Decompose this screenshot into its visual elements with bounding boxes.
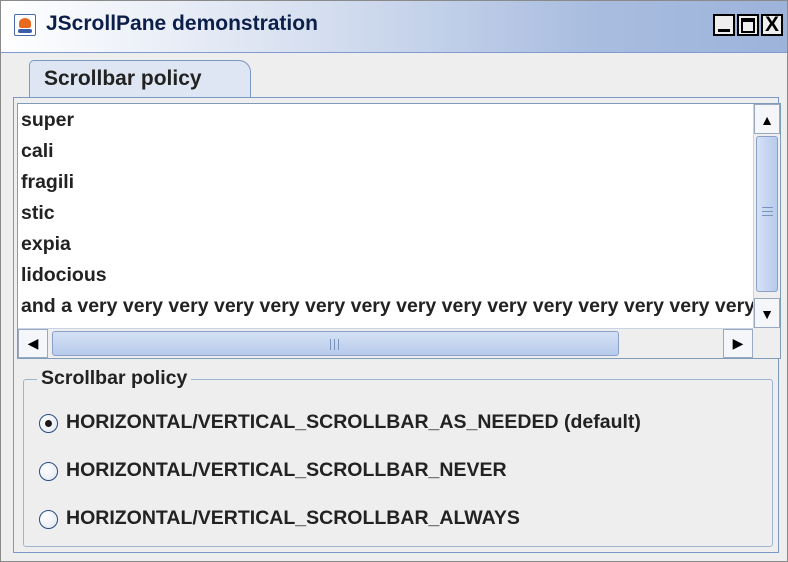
close-button[interactable]: X [761, 14, 783, 36]
tab-scrollbar-policy[interactable]: Scrollbar policy [29, 60, 251, 97]
java-cup-icon[interactable] [14, 14, 36, 36]
scrollbar-corner [753, 328, 780, 358]
text-line: cali [21, 140, 54, 162]
grip-icon [330, 339, 339, 350]
grip-icon [762, 207, 773, 216]
text-line: and a very very very very very very very… [21, 295, 753, 317]
app-window: JScrollPane demonstration X Scrollbar po… [0, 0, 788, 562]
group-legend: Scrollbar policy [37, 367, 192, 390]
radio-label[interactable]: HORIZONTAL/VERTICAL_SCROLLBAR_ALWAYS [66, 507, 520, 530]
vertical-scrollbar[interactable]: ▲ ▼ [753, 104, 780, 328]
arrow-left-icon: ◀ [27, 335, 39, 351]
minimize-button[interactable] [713, 14, 735, 36]
scroll-up-button[interactable]: ▲ [754, 104, 780, 134]
tab-strip: Scrollbar policy [13, 58, 779, 98]
radio-button[interactable] [39, 462, 58, 481]
text-line: fragili [21, 171, 75, 193]
scroll-right-button[interactable]: ▶ [723, 329, 753, 358]
scroll-pane[interactable]: super cali fragili stic expia lidocious … [17, 103, 781, 359]
tab-label: Scrollbar policy [44, 67, 202, 90]
text-line: lidocious [21, 264, 107, 286]
scroll-down-button[interactable]: ▼ [754, 298, 780, 328]
text-line: stic [21, 202, 55, 224]
window-title: JScrollPane demonstration [46, 12, 318, 35]
radio-label[interactable]: HORIZONTAL/VERTICAL_SCROLLBAR_AS_NEEDED … [66, 411, 641, 434]
radio-button[interactable] [39, 510, 58, 529]
arrow-right-icon: ▶ [732, 335, 744, 351]
arrow-down-icon: ▼ [760, 306, 774, 322]
scroll-left-button[interactable]: ◀ [18, 329, 48, 358]
radio-label[interactable]: HORIZONTAL/VERTICAL_SCROLLBAR_NEVER [66, 459, 507, 482]
text-viewport[interactable]: super cali fragili stic expia lidocious … [18, 104, 753, 328]
maximize-button[interactable] [737, 14, 759, 36]
horizontal-scrollbar[interactable]: ◀ ▶ [18, 328, 753, 358]
text-line: expia [21, 233, 71, 255]
arrow-up-icon: ▲ [760, 112, 774, 128]
horizontal-scroll-thumb[interactable] [52, 331, 619, 356]
radio-button-selected[interactable] [39, 414, 58, 433]
vertical-scroll-thumb[interactable] [756, 136, 778, 292]
title-bar[interactable]: JScrollPane demonstration X [1, 1, 787, 53]
text-line: super [21, 109, 75, 131]
